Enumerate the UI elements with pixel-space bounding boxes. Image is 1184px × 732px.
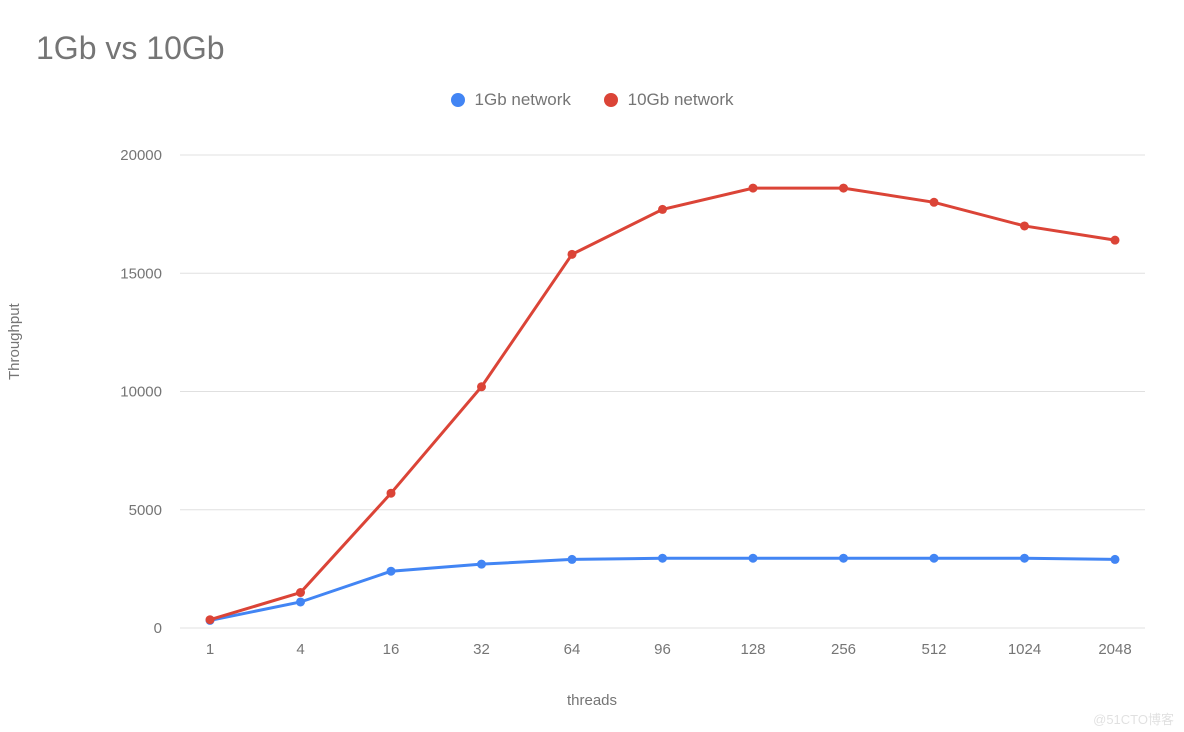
svg-text:16: 16 — [383, 641, 400, 658]
data-point — [296, 588, 305, 597]
data-point — [296, 597, 305, 606]
data-point — [1020, 221, 1029, 230]
data-point — [568, 250, 577, 259]
watermark: @51CTO博客 — [1093, 709, 1174, 728]
svg-text:10000: 10000 — [120, 384, 162, 401]
svg-text:32: 32 — [473, 641, 490, 658]
svg-text:4: 4 — [296, 641, 304, 658]
data-point — [839, 184, 848, 193]
data-point — [1111, 555, 1120, 564]
data-point — [477, 382, 486, 391]
data-point — [206, 615, 215, 624]
data-point — [387, 489, 396, 498]
chart-plot: 0 5000 10000 15000 20000 1 4 16 32 64 96 128 256 512… — [0, 0, 1184, 732]
svg-text:128: 128 — [740, 641, 765, 658]
data-point — [930, 198, 939, 207]
svg-text:64: 64 — [564, 641, 581, 658]
data-point — [1020, 554, 1029, 563]
data-point — [749, 184, 758, 193]
series-line — [210, 558, 1115, 620]
svg-text:0: 0 — [154, 620, 162, 637]
data-point — [1111, 236, 1120, 245]
svg-text:512: 512 — [921, 641, 946, 658]
svg-text:15000: 15000 — [120, 265, 162, 282]
svg-text:20000: 20000 — [120, 147, 162, 164]
svg-text:1024: 1024 — [1008, 641, 1041, 658]
svg-text:1: 1 — [206, 641, 214, 658]
data-point — [477, 560, 486, 569]
data-point — [749, 554, 758, 563]
data-point — [568, 555, 577, 564]
data-point — [930, 554, 939, 563]
svg-text:96: 96 — [654, 641, 671, 658]
x-axis-label: threads — [0, 692, 1184, 709]
data-point — [839, 554, 848, 563]
svg-text:5000: 5000 — [129, 502, 162, 519]
svg-text:2048: 2048 — [1098, 641, 1131, 658]
svg-text:256: 256 — [831, 641, 856, 658]
data-point — [658, 554, 667, 563]
data-point — [658, 205, 667, 214]
data-point — [387, 567, 396, 576]
